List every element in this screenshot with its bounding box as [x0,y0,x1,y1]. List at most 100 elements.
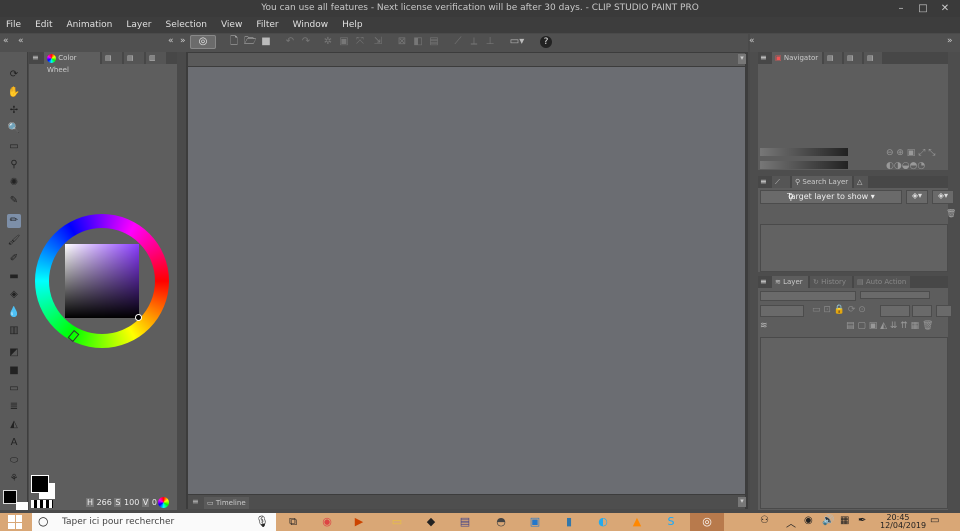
layer-option-button[interactable] [936,305,952,317]
panel-menu-icon[interactable]: ≡ [760,52,767,64]
microphone-icon[interactable]: 🎙 [255,515,269,528]
auto-select-icon[interactable]: ✺ [7,176,21,190]
search-option-dropdown[interactable]: ◈▾ [906,190,928,204]
panel-menu-icon[interactable]: ≡ [760,276,767,288]
canvas[interactable] [188,67,745,494]
file-explorer-icon[interactable]: ▭ [390,515,404,529]
layer-list-icon[interactable]: ≋ [760,321,768,331]
tab-layer[interactable]: ≋ Layer [772,276,808,288]
zoom-rotate-icon[interactable]: ⟳ [7,68,21,82]
tab-color-wheel[interactable]: Color Wheel [44,52,100,74]
menu-animation[interactable]: Animation [67,20,113,30]
tab-history[interactable]: ↻ History [810,276,852,288]
expression-color-dropdown[interactable] [760,305,804,317]
new-canvas-icon[interactable]: 🗋 [228,36,240,48]
app-icon[interactable]: ◆ [424,515,438,529]
pen-icon[interactable]: ✒ [858,515,866,526]
document-icon[interactable]: ▤ [458,515,472,529]
tray-app-icon[interactable]: ◉ [804,515,813,526]
tab-color-history[interactable]: ▤ [124,52,144,64]
layer-action-icons[interactable]: ▤ ▢ ▣ ◭ ⇊ ⇈ ▦ 🗑 [846,321,933,331]
tab-info[interactable]: ▤ [844,52,862,64]
media-player-icon[interactable]: ▶ [352,515,366,529]
tab-tool-property[interactable]: ⟋ [772,176,790,188]
pen-tool-icon[interactable]: ✎ [7,194,21,208]
opacity-slider[interactable] [860,291,930,299]
tab-color-set[interactable]: ▤ [102,52,122,64]
chrome-icon[interactable]: ◉ [320,515,334,529]
timeline-menu-icon[interactable]: ▾ [738,497,746,507]
network-icon[interactable]: ▦ [840,515,849,526]
tab-search-layer[interactable]: ⚲ Search Layer [792,176,852,188]
notification-icon[interactable]: ▭ [930,515,939,526]
crop-icon[interactable]: ▤ [428,36,440,48]
target-layer-dropdown[interactable]: Target layer to show ▾ [760,190,902,204]
tab-material[interactable]: ▤ [864,52,882,64]
ruler-tool-icon[interactable]: ≣ [7,400,21,414]
layer-color-dropdown[interactable] [912,305,932,317]
sub-color-swatch[interactable] [16,502,28,510]
panel-menu-icon[interactable]: ≡ [760,176,767,188]
transform-icon[interactable]: ⤧ [354,36,366,48]
collapse-left-icon[interactable]: « [3,36,9,46]
gradient-tool-icon[interactable]: ◩ [7,346,21,360]
skype-icon[interactable]: S [664,515,678,529]
eraser-icon[interactable]: ◈ [7,288,21,302]
clip-studio-icon[interactable]: ◎ [190,35,216,49]
menu-filter[interactable]: Filter [256,20,278,30]
expand-right-icon[interactable]: » [180,36,186,46]
color-picker-cursor[interactable] [135,314,142,321]
tab-auto-action[interactable]: ▤ Auto Action [854,276,910,288]
pencil-tool-icon[interactable]: ✏ [7,214,21,228]
taskbar-search-input[interactable]: Taper ici pour rechercher [32,513,276,531]
invert-selection-icon[interactable]: ◧ [412,36,424,48]
minimize-button[interactable]: – [890,0,912,17]
redo-icon[interactable]: ↷ [300,36,312,48]
main-color-indicator[interactable] [31,475,49,493]
zoom-slider[interactable] [760,148,848,156]
fill-icon[interactable]: ▣ [338,36,350,48]
menu-edit[interactable]: Edit [35,20,52,30]
photo-app-icon[interactable]: ▣ [528,515,542,529]
menu-layer[interactable]: Layer [126,20,151,30]
rotate-buttons[interactable]: ◐◑◒◓◔ [886,161,925,171]
decoration-icon[interactable]: ▬ [7,270,21,284]
tray-chevron-icon[interactable]: ︿ [786,515,796,530]
close-button[interactable]: ✕ [934,0,956,17]
panel-menu-icon[interactable]: ≡ [32,52,39,64]
menu-file[interactable]: File [6,20,21,30]
store-icon[interactable]: ▮ [562,515,576,529]
transparent-color-swatch[interactable] [31,500,53,508]
expand-right-icon[interactable]: » [947,36,953,46]
zoom-buttons[interactable]: ⊖ ⊕ ▣ ⤢ ⤡ [886,148,935,158]
volume-icon[interactable]: 🔊 [822,515,834,526]
eyedropper-icon[interactable]: ⚲ [7,158,21,172]
paint-app-icon[interactable]: ◓ [494,515,508,529]
brush-tool-icon[interactable]: 🖌 [7,234,21,248]
help-icon[interactable]: ? [540,36,552,48]
maximize-button[interactable]: □ [912,0,934,17]
balloon-tool-icon[interactable]: ⬭ [7,454,21,468]
undo-icon[interactable]: ↶ [284,36,296,48]
trash-icon[interactable]: 🗑 [946,209,956,218]
menu-help[interactable]: Help [342,20,363,30]
tab-timeline[interactable]: ▭ Timeline [204,497,249,509]
canvas-menu-icon[interactable]: ▾ [738,54,746,64]
figure-tool-icon[interactable]: ■ [7,364,21,378]
search-option-dropdown-2[interactable]: ◈▾ [932,190,954,204]
tab-layer-property[interactable]: △ [854,176,868,188]
palette-color-dropdown[interactable] [880,305,910,317]
collapse-right-icon[interactable]: « [749,36,755,46]
text-tool-icon[interactable]: A [7,436,21,450]
edge-icon[interactable]: ◐ [596,515,610,529]
deselect-icon[interactable]: ⊠ [396,36,408,48]
menu-window[interactable]: Window [293,20,329,30]
zoom-tool-icon[interactable]: 🔍 [7,122,21,136]
task-view-icon[interactable]: ⧉ [286,515,300,529]
ruler-icon[interactable]: ⟋ [452,36,464,48]
save-icon[interactable]: ■ [260,36,272,48]
collapse-left-icon[interactable]: « [168,36,174,46]
tab-color-slider[interactable]: ▥ [146,52,166,64]
menu-selection[interactable]: Selection [165,20,206,30]
blending-mode-dropdown[interactable] [760,291,856,301]
